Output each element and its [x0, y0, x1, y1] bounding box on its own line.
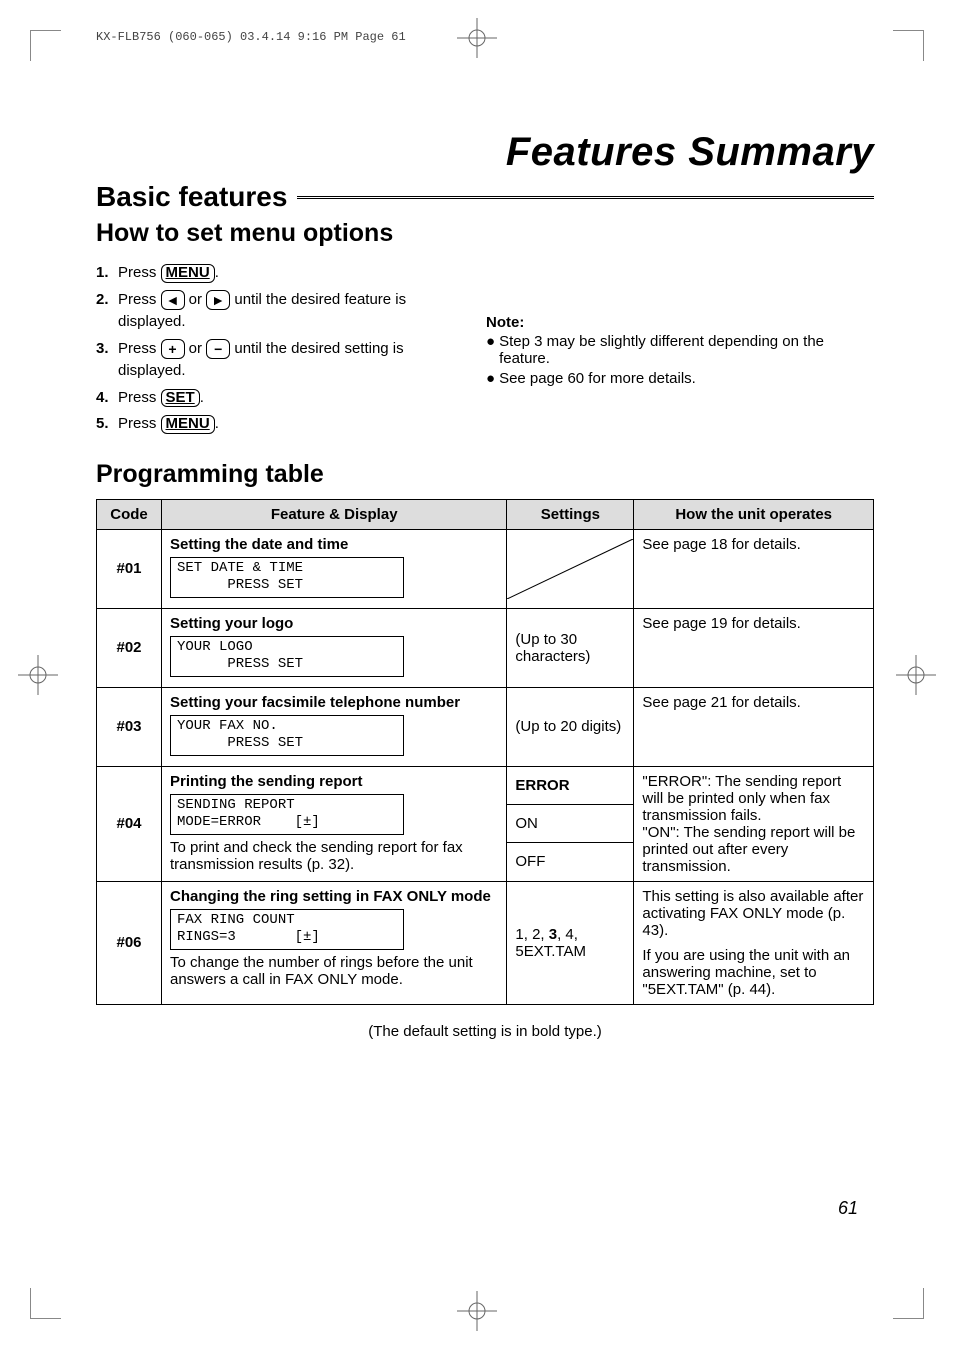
minus-icon: − [206, 339, 230, 359]
code-cell: #02 [97, 608, 162, 687]
section-heading-text: Basic features [96, 181, 287, 213]
settings-cell: 1, 2, 3, 4, 5EXT.TAM [507, 881, 634, 1004]
lcd-display: YOUR FAX NO. PRESS SET [170, 715, 404, 756]
operates-cell: This setting is also available after act… [634, 881, 874, 1004]
settings-cell [507, 529, 634, 608]
settings-cell: (Up to 20 digits) [507, 687, 634, 766]
registration-mark-icon [18, 655, 58, 695]
section-heading: Basic features [96, 181, 874, 213]
steps-list: 1. Press MENU. 2. Press ◄ or ► until the… [96, 262, 466, 436]
registration-mark-icon [457, 18, 497, 58]
crop-mark [893, 1288, 924, 1319]
programming-table-heading: Programming table [96, 460, 874, 489]
feature-description: To print and check the sending report fo… [170, 839, 498, 873]
note-heading: Note: [486, 314, 874, 331]
table-row: #01 Setting the date and time SET DATE &… [97, 529, 874, 608]
crop-mark [30, 1288, 61, 1319]
table-row: #04 Printing the sending report SENDING … [97, 766, 874, 804]
col-feature: Feature & Display [162, 499, 507, 529]
note-bullet-2: ●See page 60 for more details. [486, 370, 874, 387]
feature-label: Setting the date and time [170, 536, 498, 553]
settings-cell: OFF [507, 843, 634, 881]
registration-mark-icon [457, 1291, 497, 1331]
step-2: 2. Press ◄ or ► until the desired featur… [96, 289, 466, 334]
lcd-display: SET DATE & TIME PRESS SET [170, 557, 404, 598]
feature-label: Setting your facsimile telephone number [170, 694, 498, 711]
menu-button: MENU [161, 415, 215, 434]
operates-cell: See page 19 for details. [634, 608, 874, 687]
doc-meta-header: KX-FLB756 (060-065) 03.4.14 9:16 PM Page… [96, 30, 406, 44]
settings-cell: ERROR [507, 766, 634, 804]
operates-cell: See page 18 for details. [634, 529, 874, 608]
right-arrow-icon: ► [206, 290, 230, 310]
step-3: 3. Press + or − until the desired settin… [96, 338, 466, 383]
menu-button: MENU [161, 264, 215, 283]
feature-cell: Setting the date and time SET DATE & TIM… [162, 529, 507, 608]
table-row: #03 Setting your facsimile telephone num… [97, 687, 874, 766]
col-operates: How the unit operates [634, 499, 874, 529]
crop-mark [30, 30, 61, 61]
feature-label: Printing the sending report [170, 773, 498, 790]
lcd-display: SENDING REPORT MODE=ERROR [±] [170, 794, 404, 835]
programming-table: Code Feature & Display Settings How the … [96, 499, 874, 1005]
feature-cell: Changing the ring setting in FAX ONLY mo… [162, 881, 507, 1004]
table-row: #02 Setting your logo YOUR LOGO PRESS SE… [97, 608, 874, 687]
page-title: Features Summary [96, 130, 874, 175]
heading-rule [297, 196, 874, 199]
operates-cell: See page 21 for details. [634, 687, 874, 766]
registration-mark-icon [896, 655, 936, 695]
col-settings: Settings [507, 499, 634, 529]
page-number: 61 [838, 1198, 858, 1219]
feature-description: To change the number of rings before the… [170, 954, 498, 988]
code-cell: #01 [97, 529, 162, 608]
no-setting-diagonal [507, 539, 633, 599]
table-row: #06 Changing the ring setting in FAX ONL… [97, 881, 874, 1004]
col-code: Code [97, 499, 162, 529]
step-4: 4. Press SET. [96, 387, 466, 410]
code-cell: #04 [97, 766, 162, 881]
lcd-display: FAX RING COUNT RINGS=3 [±] [170, 909, 404, 950]
crop-mark [893, 30, 924, 61]
plus-icon: + [161, 339, 185, 359]
subheading-how-to-set: How to set menu options [96, 219, 874, 248]
feature-label: Setting your logo [170, 615, 498, 632]
settings-cell: ON [507, 804, 634, 842]
left-arrow-icon: ◄ [161, 290, 185, 310]
feature-cell: Setting your facsimile telephone number … [162, 687, 507, 766]
feature-label: Changing the ring setting in FAX ONLY mo… [170, 888, 498, 905]
step-5: 5. Press MENU. [96, 413, 466, 436]
code-cell: #06 [97, 881, 162, 1004]
code-cell: #03 [97, 687, 162, 766]
operates-cell: "ERROR": The sending report will be prin… [634, 766, 874, 881]
feature-cell: Printing the sending report SENDING REPO… [162, 766, 507, 881]
lcd-display: YOUR LOGO PRESS SET [170, 636, 404, 677]
default-setting-note: (The default setting is in bold type.) [96, 1023, 874, 1040]
table-header-row: Code Feature & Display Settings How the … [97, 499, 874, 529]
note-bullet-1: ●Step 3 may be slightly different depend… [486, 333, 874, 367]
step-1: 1. Press MENU. [96, 262, 466, 285]
set-button: SET [161, 389, 200, 408]
settings-cell: (Up to 30 characters) [507, 608, 634, 687]
feature-cell: Setting your logo YOUR LOGO PRESS SET [162, 608, 507, 687]
